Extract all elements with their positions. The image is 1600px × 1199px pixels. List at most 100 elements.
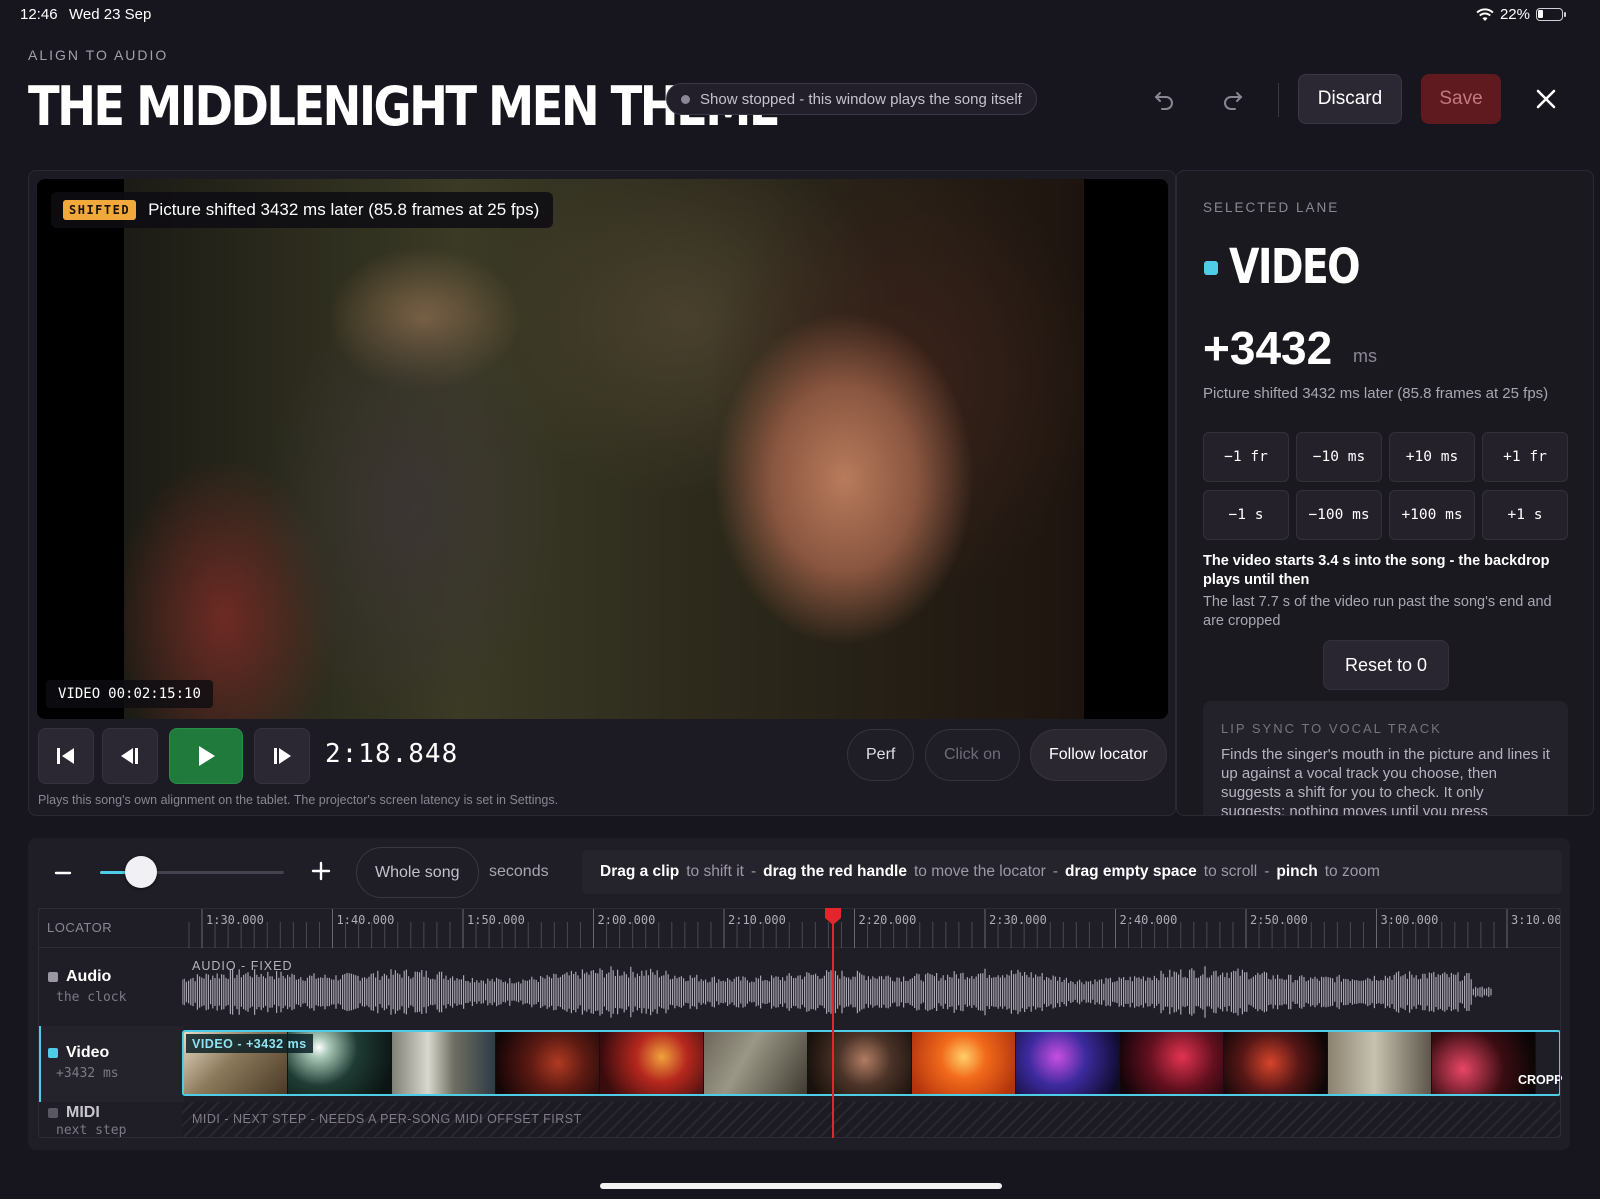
save-button[interactable]: Save — [1421, 74, 1501, 124]
video-thumbnail — [496, 1032, 600, 1094]
hint-separator: - — [1052, 863, 1058, 880]
video-clip[interactable] — [182, 1030, 1561, 1096]
nudge-plus-10-ms-button[interactable]: +10 ms — [1389, 432, 1475, 482]
offset-description: Picture shifted 3432 ms later (85.8 fram… — [1203, 385, 1549, 402]
hint-strong: drag the red handle — [763, 863, 907, 880]
hint-text: to scroll — [1203, 863, 1258, 880]
video-thumbnail — [704, 1032, 808, 1094]
minus-icon — [54, 871, 72, 875]
video-thumbnail — [1120, 1032, 1224, 1094]
video-thumbnail — [912, 1032, 1016, 1094]
nudge-plus-1-frame-button[interactable]: +1 fr — [1482, 432, 1568, 482]
shift-description: Picture shifted 3432 ms later (85.8 fram… — [148, 200, 540, 219]
hint-separator: - — [1264, 863, 1270, 880]
skip-start-icon — [57, 748, 74, 764]
lane-header-audio[interactable]: Audio the clock — [38, 950, 184, 1026]
timecode-label: VIDEO — [58, 686, 101, 702]
redo-button[interactable] — [1215, 81, 1251, 117]
nudge-minus-1-frame-button[interactable]: −1 fr — [1203, 432, 1289, 482]
lane-header-video[interactable]: Video +3432 ms — [38, 1026, 184, 1102]
midi-lane-swatch — [48, 1108, 58, 1118]
step-back-button[interactable] — [102, 728, 158, 784]
audio-clip-waveform — [182, 966, 1492, 1018]
hint-separator: - — [750, 863, 757, 880]
video-clip-label: VIDEO - +3432 ms — [186, 1034, 313, 1053]
battery-percent: 22% — [1499, 6, 1530, 23]
midi-lane-sub: next step — [56, 1123, 127, 1138]
locator-line — [832, 920, 834, 1138]
nudge-plus-1-s-button[interactable]: +1 s — [1482, 490, 1568, 540]
shifted-tag: SHIFTED — [63, 200, 137, 220]
hint-strong: pinch — [1276, 863, 1318, 880]
hint-text: to shift it — [686, 863, 744, 880]
audio-lane-swatch — [48, 972, 58, 982]
nudge-plus-100-ms-button[interactable]: +100 ms — [1389, 490, 1475, 540]
skip-to-start-button[interactable] — [38, 728, 94, 784]
midi-lane-name: MIDI — [66, 1104, 100, 1121]
status-dot-icon — [681, 94, 690, 104]
close-button[interactable] — [1526, 79, 1566, 119]
nudge-minus-1-s-button[interactable]: −1 s — [1203, 490, 1289, 540]
ruler-tick-label: 2:00.000 — [598, 913, 656, 927]
discard-button[interactable]: Discard — [1298, 74, 1402, 124]
video-thumbnail — [808, 1032, 912, 1094]
audio-lane-name: Audio — [66, 968, 112, 985]
video-crop-info: The last 7.7 s of the video run past the… — [1203, 594, 1552, 629]
audio-waveform — [182, 966, 1492, 1018]
video-preview[interactable] — [37, 179, 1168, 719]
lane-header-midi[interactable]: MIDI next step — [38, 1102, 184, 1138]
step-back-icon — [121, 748, 138, 764]
play-button[interactable] — [169, 728, 243, 784]
zoom-out-button[interactable] — [54, 858, 74, 888]
timeline-hint: Drag a clip to shift it - drag the red ha… — [582, 850, 1562, 894]
undo-icon — [1154, 92, 1173, 110]
audio-lane-sub: the clock — [56, 990, 127, 1005]
plus-icon — [311, 861, 331, 881]
perf-toggle[interactable]: Perf — [847, 729, 915, 781]
follow-locator-toggle[interactable]: Follow locator — [1030, 729, 1167, 781]
status-bar: 12:46 Wed 23 Sep 22% — [0, 0, 1600, 28]
close-icon — [1536, 89, 1556, 109]
timecode-badge: VIDEO 00:02:15:10 — [46, 680, 213, 708]
ruler-tick-label: 1:40.000 — [337, 913, 395, 927]
shift-badge: SHIFTED Picture shifted 3432 ms later (8… — [51, 192, 554, 228]
hint-text: to move the locator — [913, 863, 1046, 880]
click-toggle[interactable]: Click on — [925, 729, 1020, 781]
selected-lane-label: SELECTED LANE — [1203, 200, 1340, 215]
hint-text: to zoom — [1324, 863, 1380, 880]
lip-sync-card: LIP SYNC TO VOCAL TRACK Finds the singer… — [1203, 701, 1568, 815]
show-status-text: Show stopped - this window plays the son… — [700, 90, 1022, 108]
playback-clock: 2:18.848 — [325, 739, 459, 769]
ruler-tick-label: 3:00.000 — [1381, 913, 1439, 927]
undo-button[interactable] — [1146, 81, 1182, 117]
nudge-minus-10-ms-button[interactable]: −10 ms — [1296, 432, 1382, 482]
step-forward-button[interactable] — [254, 728, 310, 784]
video-thumbnail — [1016, 1032, 1120, 1094]
zoom-slider-handle[interactable] — [125, 856, 157, 888]
nudge-minus-100-ms-button[interactable]: −100 ms — [1296, 490, 1382, 540]
video-frame-image — [124, 179, 1084, 719]
ruler-locator-label: LOCATOR — [47, 920, 113, 935]
offset-unit: ms — [1353, 346, 1377, 366]
reset-offset-button[interactable]: Reset to 0 — [1323, 640, 1449, 690]
lip-sync-title: LIP SYNC TO VOCAL TRACK — [1221, 721, 1442, 736]
page-title: THE MIDDLENIGHT MEN THEME — [28, 75, 781, 138]
video-thumbnail — [600, 1032, 704, 1094]
locator-handle[interactable] — [823, 906, 843, 926]
battery-icon — [1536, 8, 1563, 21]
zoom-in-button[interactable] — [310, 856, 334, 886]
home-indicator — [600, 1183, 1002, 1189]
redo-icon — [1224, 92, 1243, 110]
show-status-pill: Show stopped - this window plays the son… — [666, 83, 1037, 115]
ruler-tick-label: 2:10.000 — [728, 913, 786, 927]
hint-strong: Drag a clip — [600, 863, 680, 880]
status-time: 12:46 — [20, 6, 58, 23]
ruler-tick-label: 2:30.000 — [989, 913, 1047, 927]
selected-lane-panel: SELECTED LANE VIDEO +3432 ms Picture shi… — [1176, 170, 1594, 816]
midi-lane-label: MIDI - NEXT STEP - NEEDS A PER-SONG MIDI… — [192, 1112, 582, 1126]
whole-song-button[interactable]: Whole song — [356, 847, 479, 898]
selected-lane-name: VIDEO — [1229, 239, 1361, 295]
ruler-tick-label: 1:50.000 — [467, 913, 525, 927]
seconds-unit-label: seconds — [489, 863, 549, 880]
ruler-tick-label: 3:10.000 — [1511, 913, 1561, 927]
